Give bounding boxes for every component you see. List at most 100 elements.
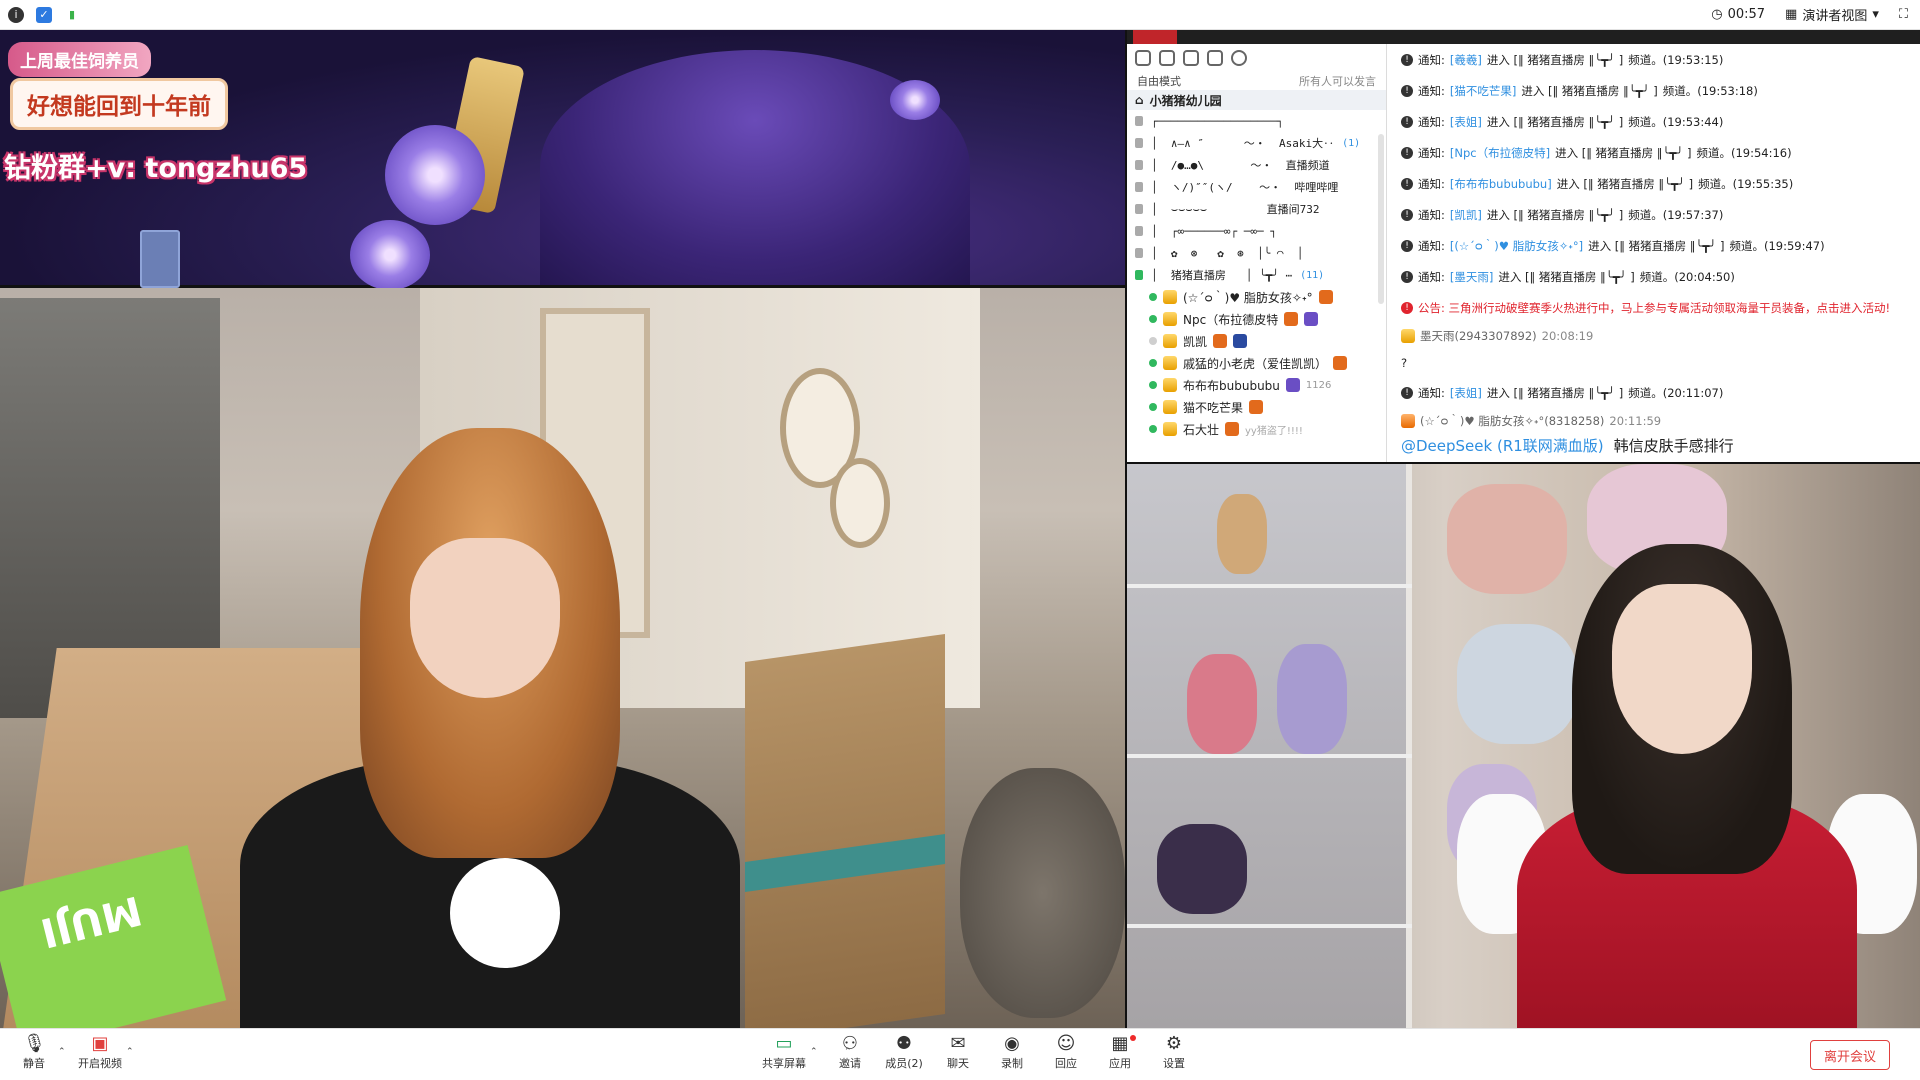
badge-icon (1213, 334, 1228, 348)
overlay-contact: 钻粉群+v: tongzhu65 (4, 153, 308, 184)
apps-notification-dot (1130, 1035, 1136, 1041)
video-stage: 上周最佳饲养员 好想能回到十年前 钻粉群+v: tongzhu65 MUJI 自… (0, 30, 1920, 1028)
notice-icon: ! (1401, 53, 1413, 66)
headset-icon[interactable] (1159, 50, 1175, 66)
badge-icon (1284, 312, 1299, 326)
figure-toy (1157, 824, 1247, 914)
view-switch-button[interactable]: ▦ 演讲者视图 ▾ (1785, 5, 1879, 24)
room-title[interactable]: ⌂ 小猪猪幼儿园 (1127, 90, 1386, 110)
location-icon[interactable] (1183, 50, 1199, 66)
overlay-title: 上周最佳饲养员 (8, 42, 151, 77)
notice-message: ! 通知: [表姐] 进入 [‖ 猪猪直播房 ‖╰┳╯ ] 频道。(20:11:07) (1389, 377, 1920, 408)
info-icon[interactable]: i (8, 6, 24, 23)
overlay-slogan: 好想能回到十年前 (10, 78, 228, 130)
badge-icon (1249, 400, 1264, 414)
lock-icon (1135, 248, 1143, 258)
window-strip (1127, 30, 1920, 44)
network-signal-icon[interactable]: ▮ (64, 7, 80, 23)
member-item[interactable]: 凯凯 (1127, 330, 1386, 352)
member-item[interactable]: Npc（布拉德皮特 (1127, 308, 1386, 330)
badge-icon (1285, 378, 1300, 392)
search-icon[interactable] (1231, 50, 1247, 66)
sidebar-scrollbar[interactable] (1378, 134, 1384, 304)
start-video-button[interactable]: ▣ 开启视频 (70, 1033, 130, 1071)
share-screen-button[interactable]: ▭ 共享屏幕 (754, 1033, 814, 1071)
members-button[interactable]: ⚉ 成员(2) (874, 1033, 934, 1071)
online-status-icon (1149, 425, 1157, 433)
settings-button[interactable]: ⚙ 设置 (1144, 1033, 1204, 1071)
member-list: (☆´ᴑ｀)♥ 脂肪女孩✧˖° Npc（布拉德皮特 凯凯 戚猛的小老虎（爱佳凯凯… (1127, 286, 1386, 440)
badge-icon (1318, 290, 1333, 304)
vip-icon (1163, 290, 1177, 304)
participant-face (1612, 584, 1752, 754)
notice-icon: ! (1401, 270, 1413, 283)
art-row[interactable]: ┌──────────────────┐ (1127, 110, 1386, 132)
member-item[interactable]: 猫不吃芒果 (1127, 396, 1386, 418)
online-status-icon (1149, 359, 1157, 367)
art-row[interactable]: │ ∧―∧ ″ ～・ Asaki大‥ (1) (1127, 132, 1386, 154)
online-status-icon (1149, 293, 1157, 301)
shirt-print (450, 858, 560, 968)
notice-icon: ! (1401, 84, 1413, 97)
badge-icon (1225, 422, 1240, 436)
apps-grid-icon: ▦ (1111, 1033, 1129, 1054)
apps-button[interactable]: ▦ 应用 (1090, 1033, 1150, 1071)
art-row[interactable]: │ ヽ/)″″(ヽ/ ～・ 哔哩哔哩 (1127, 176, 1386, 198)
record-button[interactable]: ◉ 录制 (982, 1033, 1042, 1071)
wind-chime-tag (140, 230, 180, 288)
video-options-chevron-icon[interactable]: ⌃ (126, 1047, 134, 1057)
badge-icon (1233, 334, 1248, 348)
art-row[interactable]: │ ⌣⌣⌣⌣⌣ 直播间732 (1127, 198, 1386, 220)
notice-message: ! 通知: [(☆´ᴑ｀)♥ 脂肪女孩✧˖°] 进入 [‖ 猪猪直播房 ‖╰┳╯ ] 频… (1389, 230, 1920, 261)
share-screen-icon: ▭ (775, 1033, 793, 1054)
member-item[interactable]: 布布布bubububu 1126 (1127, 374, 1386, 396)
online-status-icon (1149, 315, 1157, 323)
gear-icon: ⚙ (1165, 1033, 1183, 1054)
cardboard-box (745, 633, 945, 1028)
user-icon[interactable] (1135, 50, 1151, 66)
flower-decoration (385, 125, 485, 225)
member-item[interactable]: 石大壮 yy猪盗了!!!! (1127, 418, 1386, 440)
record-icon: ◉ (1004, 1033, 1020, 1054)
fullscreen-icon[interactable]: ⛶ (1899, 7, 1908, 22)
leave-meeting-button[interactable]: 离开会议 (1810, 1040, 1890, 1070)
microphone-icon: 🎙 (23, 1033, 46, 1054)
notice-icon: ! (1401, 177, 1413, 190)
share-options-chevron-icon[interactable]: ⌃ (810, 1047, 818, 1057)
speaker-video[interactable]: 上周最佳饲养员 好想能回到十年前 钻粉群+v: tongzhu65 MUJI (0, 30, 1125, 1028)
list-icon[interactable] (1207, 50, 1223, 66)
notice-message: ! 通知: [Npc（布拉德皮特] 进入 [‖ 猪猪直播房 ‖╰┳╯ ] 频道。(19:… (1389, 137, 1920, 168)
notice-icon: ! (1401, 208, 1413, 221)
announcement-message[interactable]: ! 公告: 三角洲行动破壁赛季火热进行中，马上参与专属活动领取海量干员装备，点击进… (1389, 292, 1920, 323)
lock-icon (1135, 116, 1143, 126)
chat-button[interactable]: ✉ 聊天 (928, 1033, 988, 1071)
right-column: 自由模式 所有人可以发言 ⌂ 小猪猪幼儿园 ┌─────────────────… (1127, 30, 1920, 1028)
shared-chat-window: 自由模式 所有人可以发言 ⌂ 小猪猪幼儿园 ┌─────────────────… (1127, 30, 1920, 462)
member-item[interactable]: 戚猛的小老虎（爱佳凯凯） (1127, 352, 1386, 374)
reactions-button[interactable]: ☺ 回应 (1036, 1033, 1096, 1071)
security-shield-icon[interactable]: ✓ (36, 6, 52, 23)
art-row[interactable]: │ ┌∞──────∞┌ ─∞─ ┐ (1127, 220, 1386, 242)
channel-sidebar: 自由模式 所有人可以发言 ⌂ 小猪猪幼儿园 ┌─────────────────… (1127, 44, 1387, 462)
vip-icon (1163, 400, 1177, 414)
vip-icon (1163, 356, 1177, 370)
vip-icon (1163, 312, 1177, 326)
member-item[interactable]: (☆´ᴑ｀)♥ 脂肪女孩✧˖° (1127, 286, 1386, 308)
channel-row-current[interactable]: │ 猪猪直播房 │ ╰┳╯ ⋯ (11) (1127, 264, 1386, 286)
figure-toy (1277, 644, 1347, 754)
participant-video[interactable] (1127, 464, 1920, 1028)
mute-options-chevron-icon[interactable]: ⌃ (58, 1047, 66, 1057)
figure-toy (1187, 654, 1257, 754)
lock-icon (1135, 204, 1143, 214)
mention-message: @DeepSeek (R1联网满血版) 韩信皮肤手感排行 (1401, 436, 1734, 455)
mute-button[interactable]: 🎙 静音 (4, 1033, 64, 1071)
art-row[interactable]: │ /●…●\ ～・ 直播频道 (1127, 154, 1386, 176)
user-message-header: 墨天雨(2943307892) 20:08:19 (1389, 323, 1920, 349)
stream-banner: 上周最佳饲养员 好想能回到十年前 钻粉群+v: tongzhu65 (0, 30, 1125, 290)
art-row[interactable]: │ ✿ ⊛ ✿ ⊛ │╰ ◠ │ (1127, 242, 1386, 264)
invite-options-chevron-icon[interactable]: ⌃ (844, 1047, 852, 1057)
notice-message: ! 通知: [表姐] 进入 [‖ 猪猪直播房 ‖╰┳╯ ] 频道。(19:53:44) (1389, 106, 1920, 137)
chevron-down-icon: ▾ (1872, 7, 1879, 22)
cabinet-shelf (1127, 584, 1412, 588)
glass-display-cabinet (1127, 464, 1412, 1028)
